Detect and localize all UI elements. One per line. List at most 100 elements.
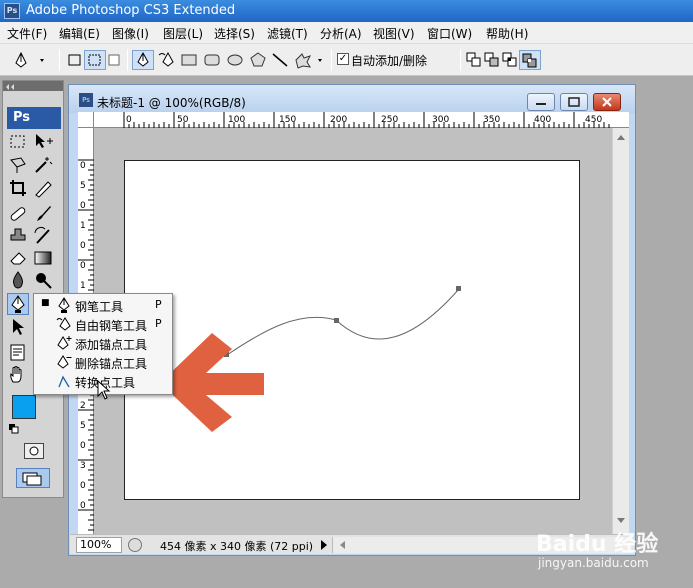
anchor-point[interactable]: [456, 286, 461, 291]
pen-icon: [11, 295, 25, 313]
menu-edit[interactable]: 编辑(E): [59, 25, 100, 42]
default-colors-icon[interactable]: [9, 423, 19, 434]
combine-icon: [466, 52, 481, 67]
maximize-icon: [568, 97, 580, 107]
bezier-path[interactable]: [124, 160, 580, 500]
pen-icon: [137, 51, 149, 67]
document-icon: Ps: [79, 93, 93, 107]
document-size-info: 454 像素 x 340 像素 (72 ppi): [160, 540, 314, 553]
menu-window[interactable]: 窗口(W): [427, 25, 472, 42]
ruler-tick-label: 1: [80, 281, 86, 291]
hand-tool[interactable]: [7, 364, 29, 386]
intersect-icon: [502, 52, 517, 67]
zoom-field[interactable]: 100%: [76, 537, 122, 553]
auto-add-delete-checkbox[interactable]: ✓: [337, 53, 349, 65]
gradient-icon: [34, 251, 52, 265]
status-menu-arrow[interactable]: [318, 537, 330, 553]
menu-layer[interactable]: 图层(L): [163, 25, 203, 42]
quick-mask-button[interactable]: [24, 443, 44, 459]
blur-tool[interactable]: [7, 269, 29, 291]
path-exclude-button[interactable]: [519, 50, 541, 70]
pen-tool[interactable]: [7, 293, 29, 315]
maximize-button[interactable]: [560, 93, 588, 111]
foreground-color-swatch[interactable]: [12, 395, 36, 419]
menu-file[interactable]: 文件(F): [7, 25, 47, 42]
freeform-pen-option[interactable]: [156, 50, 178, 70]
dodge-tool[interactable]: [32, 269, 54, 291]
collapse-double-arrow-icon: [6, 84, 14, 90]
menu-help[interactable]: 帮助(H): [486, 25, 528, 42]
notes-tool[interactable]: [7, 342, 29, 364]
scroll-left-icon: [340, 541, 345, 549]
paths-icon: [88, 54, 101, 66]
notes-icon: [10, 344, 25, 361]
eraser-tool[interactable]: [7, 247, 29, 269]
menu-filter[interactable]: 滤镜(T): [267, 25, 308, 42]
fill-pixels-button[interactable]: [104, 50, 126, 70]
healing-brush-tool[interactable]: [7, 203, 29, 225]
play-arrow-icon: [321, 540, 327, 550]
tool-preset-picker[interactable]: [10, 50, 44, 70]
marquee-tool[interactable]: [7, 131, 29, 153]
anchor-point[interactable]: [334, 318, 339, 323]
pen-tool-option[interactable]: [132, 50, 154, 70]
gradient-tool[interactable]: [32, 247, 54, 269]
minimize-button[interactable]: [527, 93, 555, 111]
lasso-tool[interactable]: [7, 154, 29, 176]
menu-analysis[interactable]: 分析(A): [320, 25, 362, 42]
ruler-tick-label: 0: [80, 241, 86, 251]
history-brush-tool[interactable]: [32, 225, 54, 247]
ruler-tick-label: 3: [80, 461, 86, 471]
dodge-icon: [36, 273, 52, 289]
magic-wand-tool[interactable]: [32, 154, 54, 176]
line-option[interactable]: [269, 50, 291, 70]
flyout-item-pen[interactable]: ■ 钢笔工具 P: [34, 296, 172, 315]
menu-image[interactable]: 图像(I): [112, 25, 149, 42]
paths-button[interactable]: [84, 50, 106, 70]
brush-tool[interactable]: [32, 203, 54, 225]
app-title-bar: Ps Adobe Photoshop CS3 Extended: [0, 0, 693, 22]
toolbox-logo: Ps: [7, 107, 61, 129]
hand-icon: [10, 366, 22, 383]
screen-mode-icon: [22, 472, 42, 486]
ruler-tick-label: 350: [483, 115, 500, 125]
close-button[interactable]: [593, 93, 621, 111]
ruler-tick-label: 50: [177, 115, 189, 125]
ruler-origin[interactable]: [78, 112, 94, 128]
custom-shape-option[interactable]: [292, 50, 322, 70]
freeform-pen-icon: [56, 317, 71, 331]
flyout-item-delete-anchor[interactable]: 删除锚点工具: [34, 353, 172, 372]
vertical-scrollbar[interactable]: [612, 128, 629, 534]
convert-point-icon: [58, 375, 70, 388]
menu-bar: 文件(F) 编辑(E) 图像(I) 图层(L) 选择(S) 滤镜(T) 分析(A…: [0, 22, 693, 44]
status-info-icon[interactable]: [128, 538, 142, 552]
fill-pixels-icon: [108, 54, 120, 66]
toolbox-header[interactable]: [3, 81, 63, 91]
shape-layers-button[interactable]: [64, 50, 86, 70]
menu-select[interactable]: 选择(S): [214, 25, 255, 42]
move-tool[interactable]: [32, 131, 54, 153]
mouse-cursor-icon: [97, 380, 111, 400]
slice-tool[interactable]: [32, 177, 54, 199]
document-title-bar[interactable]: Ps 未标题-1 @ 100%(RGB/8): [69, 85, 635, 113]
slice-icon: [35, 181, 52, 198]
auto-add-delete-label: 自动添加/删除: [351, 54, 428, 68]
ruler-tick-label: 200: [330, 115, 347, 125]
ruler-tick-label: 0: [80, 261, 86, 271]
minimize-icon: [536, 103, 546, 105]
crop-tool[interactable]: [7, 177, 29, 199]
arrow-icon: [13, 319, 24, 335]
rectangle-option[interactable]: [178, 50, 200, 70]
path-selection-tool[interactable]: [7, 316, 29, 338]
flyout-item-add-anchor[interactable]: 添加锚点工具: [34, 334, 172, 353]
flyout-item-freeform-pen[interactable]: 自由钢笔工具 P: [34, 315, 172, 334]
menu-view[interactable]: 视图(V): [373, 25, 415, 42]
rounded-rectangle-option[interactable]: [201, 50, 223, 70]
rectangle-icon: [181, 54, 197, 66]
document-title: 未标题-1 @ 100%(RGB/8): [97, 96, 246, 110]
clone-stamp-tool[interactable]: [7, 225, 29, 247]
pen-icon: [58, 297, 70, 313]
ellipse-option[interactable]: [224, 50, 246, 70]
polygon-option[interactable]: [247, 50, 269, 70]
screen-mode-button[interactable]: [16, 468, 50, 488]
